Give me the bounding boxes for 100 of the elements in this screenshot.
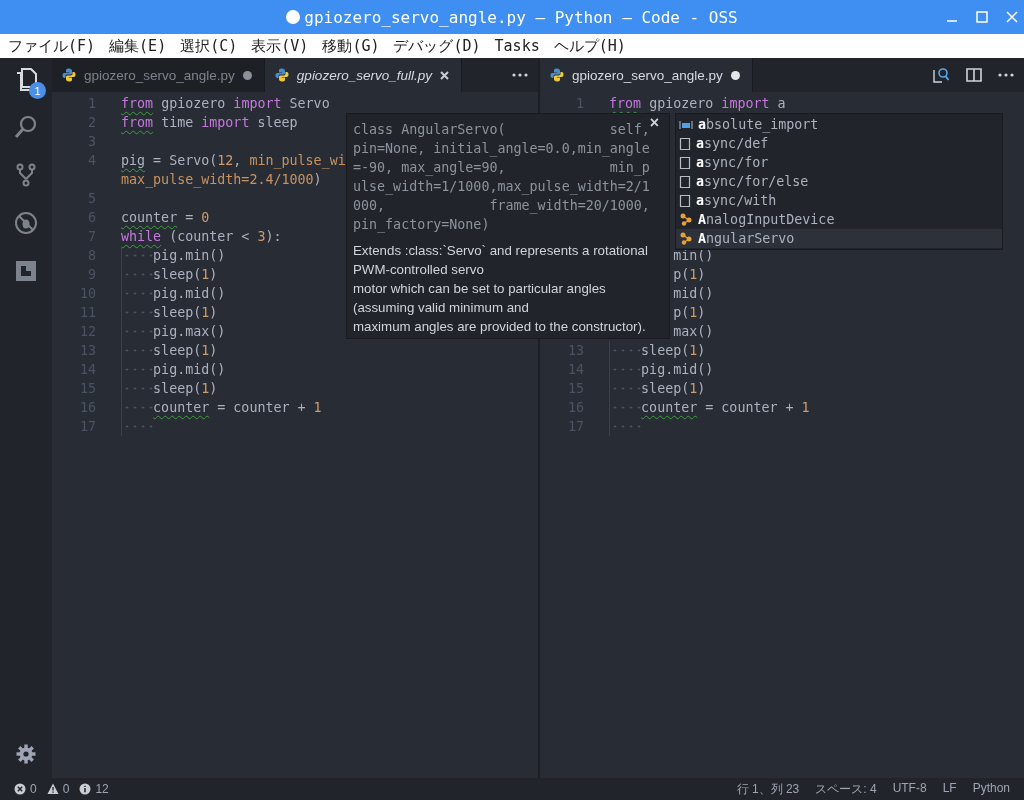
editor-tab[interactable]: gpiozero_servo_angle.py [540,58,753,92]
signature-line: pin_factory=None) [353,216,490,234]
code-token: ) [697,381,706,396]
code-token: time [160,115,195,130]
code-token: ) [697,267,706,282]
doc-line: (assuming valid minimum and [353,299,529,317]
status-item[interactable]: 行 1、列 23 [736,780,800,798]
menu-item[interactable]: ファイル(F) [8,36,96,56]
code-token: ): [265,229,282,244]
unsaved-dot[interactable] [242,70,252,80]
extensions-icon[interactable] [13,258,39,284]
code-token: 1 [201,381,210,396]
code-token: ) [313,172,322,187]
status-item[interactable]: LF [942,780,957,798]
code-token: 1 [689,343,698,358]
code-token: sleep( [153,343,202,358]
code-token: import [201,115,250,130]
code-token: sleep( [641,343,690,358]
status-item[interactable]: UTF-8 [892,780,927,798]
code-token: max() [673,324,714,339]
code-token: pig.mid() [153,362,226,377]
code-token: sleep( [153,381,202,396]
code-token: pig.max() [153,324,226,339]
more-icon[interactable] [998,73,1014,77]
code-token: = counter + [216,400,307,415]
split-editor-icon[interactable] [966,68,982,82]
code-token: 1 [201,267,210,282]
python-icon [62,68,76,82]
signature-line: ulse_width=1/1000,max_pulse_width=2/1 [353,178,650,196]
keyword-icon [679,118,693,131]
suggestion-item[interactable]: async/for [676,153,1002,172]
code-token: 1 [801,400,810,415]
editor-tab[interactable]: gpiozero_servo_angle.py [52,58,265,92]
code-token: import [721,96,770,111]
suggestion-item[interactable]: async/with [676,191,1002,210]
code-token: sleep( [641,381,690,396]
close-button[interactable]: × [649,114,659,132]
close-icon[interactable] [439,70,449,80]
code-token: ) [209,343,218,358]
menu-item[interactable]: デバッグ(D) [393,36,481,56]
search-file-icon[interactable] [932,66,950,84]
menu-item[interactable]: 移動(G) [322,36,380,56]
suggestion-item[interactable]: AngularServo [676,229,1002,248]
maximize-icon[interactable] [976,11,988,23]
bug-icon[interactable] [13,210,39,236]
status-item[interactable]: スペース: 4 [815,780,877,798]
suggestion-item[interactable]: async/def [676,134,1002,153]
suggestion-item[interactable]: async/for/else [676,172,1002,191]
warning-count[interactable]: 0 [62,782,70,796]
code-token: 1 [201,343,210,358]
code-token: (counter < [168,229,251,244]
code-token: min() [673,248,714,263]
signature-line: class AngularServo( self, [353,121,650,139]
code-token: a [776,96,786,111]
menu-item[interactable]: ヘルプ(H) [553,36,626,56]
signature-line: pin=None, initial_angle=0.0,min_angle [353,140,650,158]
code-token: counter [641,400,698,415]
warning-icon[interactable] [46,783,59,795]
settings-icon[interactable] [16,744,36,764]
more-icon[interactable] [512,73,528,77]
unsaved-dot[interactable] [730,70,740,80]
code-token: 12 [217,153,234,168]
code-token: pig [121,153,146,168]
code-token: sleep [256,115,298,130]
code-token: ) [209,381,218,396]
status-item[interactable]: Python [972,780,1010,798]
class-icon [679,213,693,226]
error-icon[interactable] [14,783,26,795]
menu-item[interactable]: 表示(V) [251,36,309,56]
code-token: from [121,115,154,130]
info-count[interactable]: 12 [95,782,109,796]
suggestion-item[interactable]: absolute_import [676,115,1002,134]
code-token: p( [673,267,690,282]
code-token: ) [209,305,218,320]
menu-item[interactable]: 編集(E) [109,36,167,56]
suggestion-item[interactable]: AnalogInputDevice [676,210,1002,229]
code-token: 1 [689,305,698,320]
error-count[interactable]: 0 [30,782,37,796]
info-icon[interactable] [79,783,92,795]
square-icon [679,136,691,151]
code-token: Servo [288,96,330,111]
square-icon [679,174,691,189]
python-icon [550,68,564,82]
doc-line: PWM-controlled servo [353,261,484,279]
menu-item[interactable]: 選択(C) [180,36,238,56]
code-token: , [233,153,243,168]
editor-tab[interactable]: gpiozero_servo_full.py [264,58,462,92]
code-token: pig.min() [153,248,226,263]
code-token: pig.mid() [153,286,226,301]
menu-item[interactable]: Tasks [494,37,540,55]
code-token: from [121,96,154,111]
code-token: = [184,210,195,225]
code-token: 0 [201,210,210,225]
code-token: counter [121,210,178,225]
search-icon[interactable] [13,114,39,140]
code-token: from [609,96,642,111]
code-token: 1 [689,267,698,282]
code-token: max_pulse_width=2.4/1000 [121,172,314,187]
code-token: ) [697,305,706,320]
python-icon [274,68,289,82]
